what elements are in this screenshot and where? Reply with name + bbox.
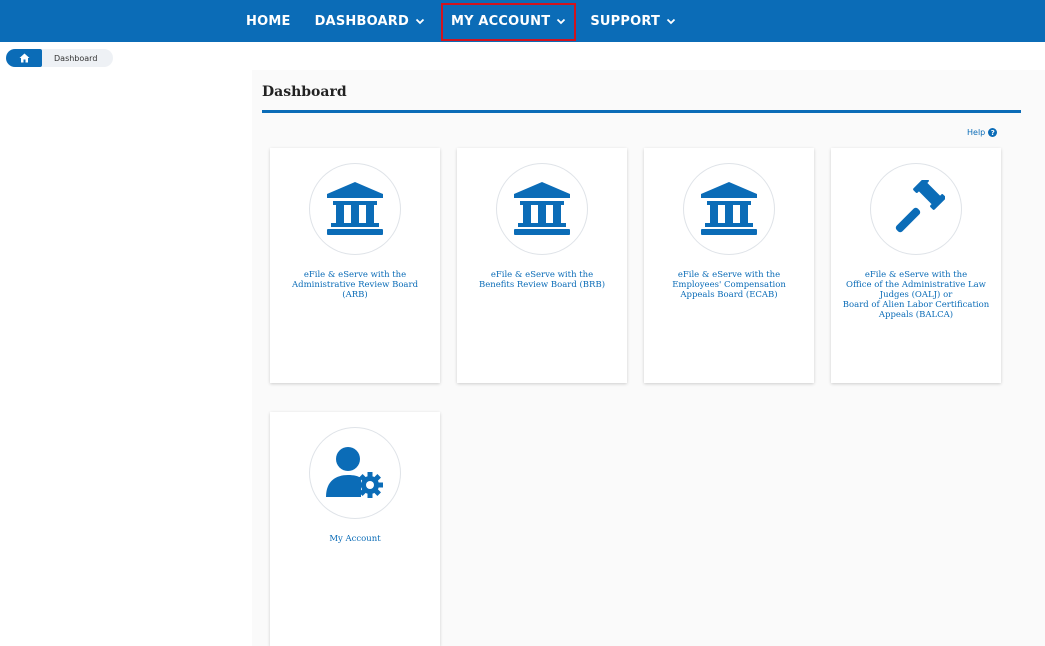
card-oalj-balca[interactable]: eFile & eServe with the Office of the Ad… [831, 148, 1001, 383]
courthouse-icon [327, 182, 383, 235]
card-my-account[interactable]: My Account [270, 412, 440, 646]
help-label: Help [967, 128, 986, 137]
nav-my-account[interactable]: MY ACCOUNT [439, 0, 578, 42]
card-icon-circle [871, 164, 961, 254]
home-icon [19, 53, 29, 63]
card-brb[interactable]: eFile & eServe with the Benefits Review … [457, 148, 627, 383]
help-link[interactable]: Help ? [967, 128, 998, 137]
nav-menu: HOME DASHBOARD MY ACCOUNT SUPPORT [236, 0, 686, 42]
chevron-down-icon [415, 18, 425, 25]
chevron-down-icon [666, 18, 676, 25]
card-icon-circle [310, 428, 400, 518]
nav-support[interactable]: SUPPORT [580, 0, 686, 42]
breadcrumb: Dashboard [6, 48, 114, 68]
card-label: eFile & eServe with the Employees' Compe… [672, 270, 786, 300]
breadcrumb-home[interactable] [6, 49, 42, 67]
top-navigation-bar: HOME DASHBOARD MY ACCOUNT SUPPORT [0, 0, 1045, 42]
card-label: eFile & eServe with the Administrative R… [291, 270, 419, 300]
card-label: eFile & eServe with the Benefits Review … [478, 270, 606, 290]
card-label: eFile & eServe with the Office of the Ad… [842, 270, 990, 320]
card-arb[interactable]: eFile & eServe with the Administrative R… [270, 148, 440, 383]
card-icon-circle [684, 164, 774, 254]
card-icon-circle [497, 164, 587, 254]
nav-home-label: HOME [246, 13, 291, 29]
page-title: Dashboard [262, 84, 347, 100]
title-divider [262, 110, 1021, 113]
nav-dashboard-label: DASHBOARD [314, 13, 409, 29]
nav-dashboard[interactable]: DASHBOARD [305, 0, 435, 42]
question-circle-icon: ? [988, 128, 998, 137]
card-label: My Account [329, 534, 381, 544]
courthouse-icon [514, 182, 570, 235]
card-icon-circle [310, 164, 400, 254]
breadcrumb-current[interactable]: Dashboard [36, 49, 114, 67]
courthouse-icon [701, 182, 757, 235]
nav-support-label: SUPPORT [590, 13, 661, 29]
card-ecab[interactable]: eFile & eServe with the Employees' Compe… [644, 148, 814, 383]
gavel-icon [895, 180, 945, 233]
chevron-down-icon [557, 18, 566, 25]
nav-my-account-label: MY ACCOUNT [450, 13, 551, 29]
nav-home[interactable]: HOME [236, 0, 301, 42]
user-gear-icon [326, 447, 383, 498]
